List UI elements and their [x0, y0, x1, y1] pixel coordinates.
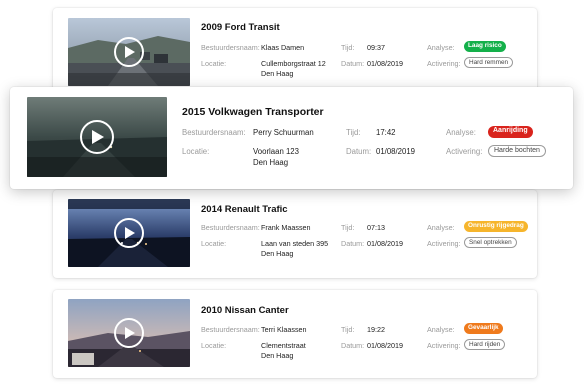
play-button[interactable]: [80, 120, 114, 154]
event-card-active[interactable]: 2015 Volkwagen Transporter Bestuurdersna…: [10, 87, 573, 189]
analysis-badge: Gevaarlijk: [464, 323, 503, 334]
video-thumbnail[interactable]: [27, 97, 167, 177]
activation-tag: Hard rijden: [464, 339, 506, 350]
play-button[interactable]: [114, 218, 144, 248]
time-label: Tijd:: [346, 128, 361, 137]
vehicle-title: 2015 Volkwagen Transporter: [182, 106, 324, 118]
driver-value: Frank Maassen: [261, 223, 311, 232]
activation-tag: Hard remmen: [464, 57, 514, 68]
location-label: Locatie:: [201, 239, 227, 248]
driver-value: Terri Klaassen: [261, 325, 307, 334]
time-label: Tijd:: [341, 223, 355, 232]
play-icon: [124, 327, 135, 339]
event-card[interactable]: 2014 Renault Trafic Bestuurdersnaam: Fra…: [53, 190, 537, 278]
activation-label: Activering:: [427, 239, 461, 248]
play-icon: [124, 227, 135, 239]
driver-label: Bestuurdersnaam:: [201, 223, 260, 232]
vehicle-title: 2010 Nissan Canter: [201, 305, 289, 316]
location-line2: Den Haag: [261, 249, 294, 258]
activation-tag: Harde bochten: [488, 145, 546, 157]
location-label: Locatie:: [201, 59, 227, 68]
driver-value: Klaas Damen: [261, 43, 305, 52]
analysis-label: Analyse:: [427, 223, 455, 232]
location-line1: Laan van steden 395: [261, 239, 329, 248]
event-card[interactable]: 2009 Ford Transit Bestuurdersnaam: Klaas…: [53, 8, 537, 96]
driver-label: Bestuurdersnaam:: [201, 43, 260, 52]
driver-label: Bestuurdersnaam:: [201, 325, 260, 334]
analysis-label: Analyse:: [427, 43, 455, 52]
date-value: 01/08/2019: [376, 147, 416, 156]
time-value: 19:22: [367, 325, 385, 334]
time-label: Tijd:: [341, 325, 355, 334]
analysis-badge: Laag risico: [464, 41, 506, 52]
time-value: 17:42: [376, 128, 396, 137]
driver-label: Bestuurdersnaam:: [182, 128, 246, 137]
play-button[interactable]: [114, 318, 144, 348]
date-label: Datum:: [346, 147, 372, 156]
play-button[interactable]: [114, 37, 144, 67]
analysis-label: Analyse:: [446, 128, 476, 137]
time-label: Tijd:: [341, 43, 355, 52]
location-line1: Voorlaan 123: [253, 147, 299, 156]
vehicle-title: 2009 Ford Transit: [201, 22, 280, 33]
location-line2: Den Haag: [261, 351, 294, 360]
date-label: Datum:: [341, 59, 365, 68]
date-value: 01/08/2019: [367, 341, 403, 350]
date-value: 01/08/2019: [367, 59, 403, 68]
activation-tag: Snel optrekken: [464, 237, 517, 248]
event-card[interactable]: 2010 Nissan Canter Bestuurdersnaam: Terr…: [53, 290, 537, 378]
play-icon: [91, 130, 104, 144]
analysis-label: Analyse:: [427, 325, 455, 334]
time-value: 07:13: [367, 223, 385, 232]
vehicle-title: 2014 Renault Trafic: [201, 204, 288, 215]
date-value: 01/08/2019: [367, 239, 403, 248]
location-label: Locatie:: [182, 147, 210, 156]
location-line2: Den Haag: [261, 69, 294, 78]
analysis-badge: Onrustig rijgedrag: [464, 221, 528, 232]
driver-value: Perry Schuurman: [253, 128, 314, 137]
activation-label: Activering:: [446, 147, 483, 156]
analysis-badge: Aanrijding: [488, 126, 533, 138]
video-thumbnail[interactable]: [68, 299, 190, 367]
location-line1: Cullemborgstraat 12: [261, 59, 326, 68]
activation-label: Activering:: [427, 59, 461, 68]
activation-label: Activering:: [427, 341, 461, 350]
location-line2: Den Haag: [253, 158, 289, 167]
location-line1: Clementstraat: [261, 341, 306, 350]
time-value: 09:37: [367, 43, 385, 52]
video-thumbnail[interactable]: [68, 199, 190, 267]
video-thumbnail[interactable]: [68, 18, 190, 86]
date-label: Datum:: [341, 341, 365, 350]
location-label: Locatie:: [201, 341, 227, 350]
play-icon: [124, 46, 135, 58]
date-label: Datum:: [341, 239, 365, 248]
